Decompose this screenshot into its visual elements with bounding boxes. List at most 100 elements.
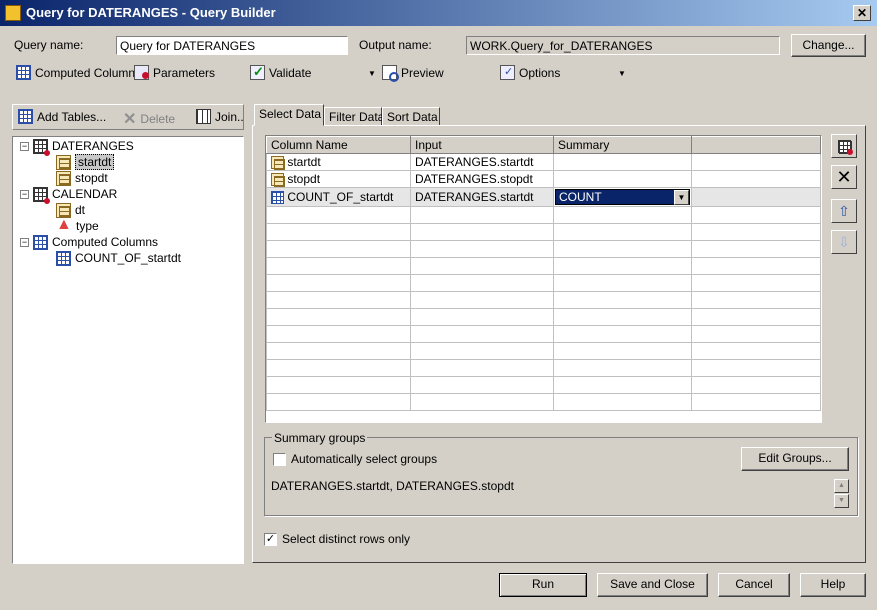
add-tables-icon — [18, 109, 33, 124]
tree-node-stopdt[interactable]: stopdt — [56, 170, 108, 186]
table-row — [266, 206, 821, 224]
tree-node-type[interactable]: type — [56, 216, 99, 234]
table-row — [266, 308, 821, 326]
character-column-icon — [56, 216, 72, 234]
table-row — [266, 359, 821, 377]
summary-combo-value: COUNT — [559, 190, 602, 204]
move-down-icon: ⇩ — [838, 233, 850, 250]
column-header[interactable]: Input — [410, 136, 554, 154]
column-icon — [56, 154, 71, 170]
validate-label: Validate — [269, 65, 312, 80]
query-name-label: Query name: — [14, 38, 84, 52]
tab-filter-data[interactable]: Filter Data — [324, 107, 384, 126]
validate-dropdown-icon[interactable]: ▼ — [368, 69, 376, 78]
column-name-cell[interactable]: stopdt — [266, 170, 411, 188]
summary-cell[interactable]: COUNT ▼ — [553, 187, 692, 207]
table-row-selected[interactable]: COUNT_OF_startdt DATERANGES.startdt COUN… — [266, 187, 821, 207]
parameters-button[interactable]: Parameters — [134, 65, 215, 80]
summary-cell[interactable] — [553, 170, 692, 188]
tables-tree[interactable]: − DATERANGES startdt stopdt − CALENDAR d… — [12, 136, 244, 564]
window-title: Query for DATERANGES - Query Builder — [26, 5, 276, 20]
table-row — [266, 393, 821, 411]
input-cell[interactable]: DATERANGES.stopdt — [410, 170, 554, 188]
output-name-label: Output name: — [359, 38, 432, 52]
distinct-rows-checkbox[interactable]: ✓ — [264, 533, 277, 546]
summary-groups-text: DATERANGES.startdt, DATERANGES.stopdt — [271, 479, 514, 493]
table-row[interactable]: startdt DATERANGES.startdt — [266, 153, 821, 171]
delete-label: Delete — [140, 112, 176, 126]
tree-node-computed[interactable]: − Computed Columns — [20, 234, 158, 250]
chevron-down-icon[interactable]: ▼ — [674, 189, 689, 205]
remove-column-button[interactable]: ✕ — [831, 165, 857, 189]
summary-combo[interactable]: COUNT ▼ — [555, 189, 690, 205]
join-button[interactable]: Join.. — [196, 109, 244, 124]
column-icon — [271, 173, 285, 187]
select-data-grid[interactable]: Column Name Input Summary startdt DATERA… — [265, 135, 822, 423]
parameters-icon — [134, 65, 149, 80]
query-name-input[interactable]: Query for DATERANGES — [116, 36, 348, 55]
collapse-icon[interactable]: − — [20, 189, 29, 199]
tab-sort-data[interactable]: Sort Data — [382, 107, 440, 126]
close-button[interactable]: ✕ — [853, 5, 871, 21]
tree-label-startdt: startdt — [75, 154, 115, 170]
table-icon — [33, 138, 50, 156]
add-tables-button[interactable]: Add Tables... — [18, 109, 106, 124]
run-button[interactable]: Run — [499, 573, 587, 597]
column-name-cell[interactable]: startdt — [266, 153, 411, 171]
table-search-button[interactable] — [831, 134, 857, 158]
tree-node-count[interactable]: COUNT_OF_startdt — [56, 250, 181, 266]
column-icon — [271, 156, 285, 170]
column-header[interactable]: Column Name — [266, 136, 411, 154]
scroll-up-button[interactable]: ▲ — [834, 479, 849, 493]
columns-table: Column Name Input Summary startdt DATERA… — [266, 136, 821, 411]
auto-select-groups-checkbox[interactable] — [273, 453, 286, 466]
preview-button[interactable]: Preview — [382, 65, 444, 82]
validate-icon — [250, 64, 265, 80]
tree-node-calendar[interactable]: − CALENDAR — [20, 186, 118, 204]
column-icon — [56, 170, 71, 186]
delete-button[interactable]: ✕ Delete — [123, 109, 175, 129]
move-up-icon: ⇧ — [838, 202, 850, 219]
options-button[interactable]: Options — [500, 65, 560, 80]
table-row — [266, 257, 821, 275]
column-name-cell[interactable]: COUNT_OF_startdt — [266, 187, 411, 207]
options-dropdown-icon[interactable]: ▼ — [618, 69, 626, 78]
query-builder-icon — [5, 5, 21, 21]
help-button[interactable]: Help — [800, 573, 866, 597]
table-icon — [33, 186, 50, 204]
move-down-button[interactable]: ⇩ — [831, 230, 857, 254]
cancel-button[interactable]: Cancel — [718, 573, 790, 597]
checkmark-icon: ✓ — [265, 533, 276, 545]
tree-label-stopdt: stopdt — [75, 171, 108, 185]
computed-column-icon — [271, 191, 284, 205]
collapse-icon[interactable]: − — [20, 237, 29, 247]
add-tables-label: Add Tables... — [37, 109, 107, 124]
table-row[interactable]: stopdt DATERANGES.stopdt — [266, 170, 821, 188]
tab-select-data[interactable]: Select Data — [254, 104, 324, 126]
table-search-icon — [837, 139, 853, 155]
tree-node-dateranges[interactable]: − DATERANGES — [20, 138, 134, 156]
save-and-close-button[interactable]: Save and Close — [597, 573, 708, 597]
options-label: Options — [519, 65, 561, 80]
column-header[interactable]: Summary — [553, 136, 692, 154]
edit-groups-button[interactable]: Edit Groups... — [741, 447, 849, 471]
join-icon — [196, 109, 211, 124]
input-cell[interactable]: DATERANGES.startdt — [410, 187, 554, 207]
computed-columns-button[interactable]: Computed Columns — [16, 65, 141, 80]
change-button[interactable]: Change... — [791, 34, 866, 57]
parameters-label: Parameters — [153, 65, 216, 80]
validate-button[interactable]: Validate — [250, 64, 312, 80]
tree-label-calendar: CALENDAR — [52, 187, 118, 201]
tree-node-startdt[interactable]: startdt — [56, 154, 115, 170]
options-icon — [500, 65, 515, 80]
input-cell[interactable]: DATERANGES.startdt — [410, 153, 554, 171]
cell-text: startdt — [287, 154, 321, 169]
table-row — [266, 240, 821, 258]
auto-select-groups-label: Automatically select groups — [291, 452, 438, 466]
column-header — [691, 136, 821, 154]
move-up-button[interactable]: ⇧ — [831, 199, 857, 223]
table-row — [266, 325, 821, 343]
collapse-icon[interactable]: − — [20, 141, 29, 151]
scroll-down-button[interactable]: ▼ — [834, 494, 849, 508]
summary-cell[interactable] — [553, 153, 692, 171]
